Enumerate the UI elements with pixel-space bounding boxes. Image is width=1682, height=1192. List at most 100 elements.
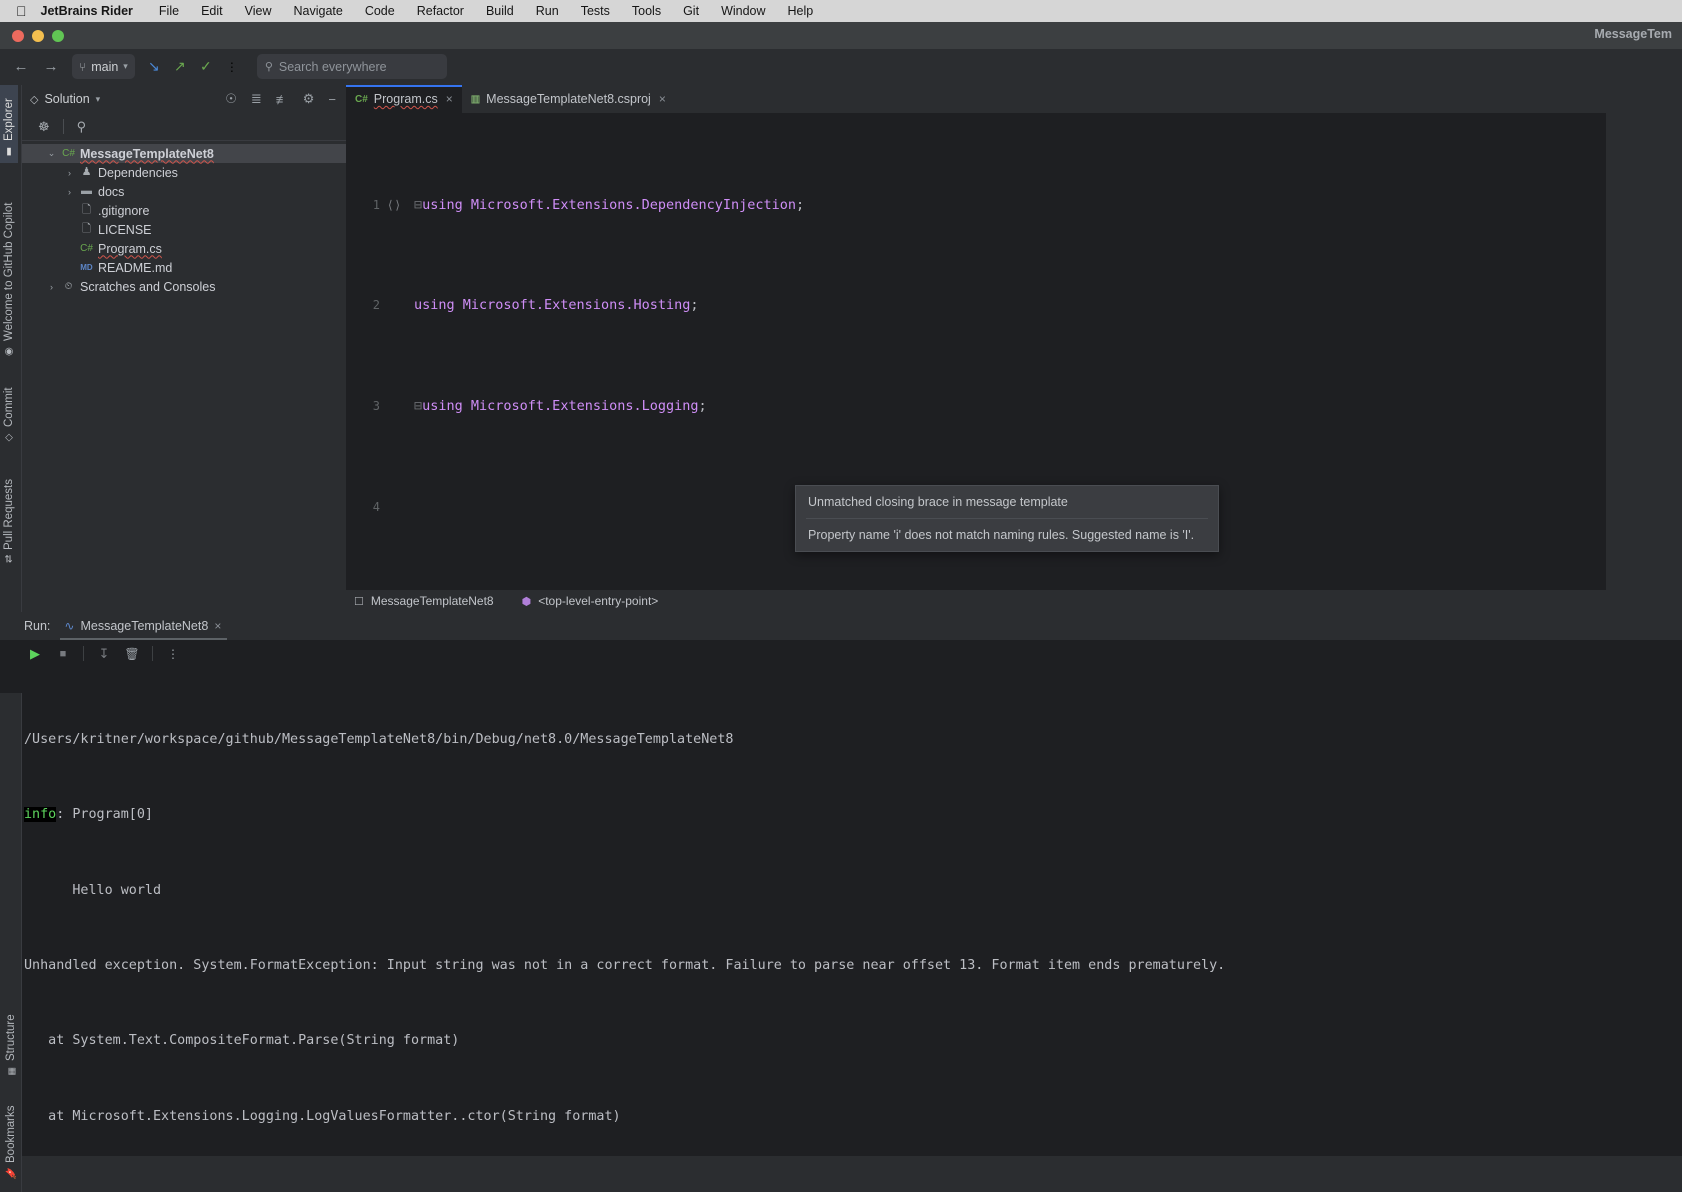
tab-label: MessageTemplateNet8.csproj — [486, 92, 651, 106]
sidebar-item-bookmarks[interactable]: 🔖 Bookmarks — [2, 1082, 20, 1186]
search-icon: ⚲ — [264, 61, 273, 73]
mac-menu-item-view[interactable]: View — [234, 4, 283, 18]
bookmark-icon: 🔖 — [5, 1167, 16, 1180]
settings-gear-icon[interactable]: ⚙ — [299, 91, 319, 107]
commit-checkmark-icon[interactable]: ✓ — [195, 55, 217, 79]
tree-node-readme-md[interactable]: MD README.md — [22, 258, 346, 277]
tree-node-scratches-and-consoles[interactable]: › ⏲ Scratches and Consoles — [22, 277, 346, 296]
chevron-down-icon[interactable]: ⌄ — [46, 148, 57, 159]
csharp-file-icon: C# — [80, 242, 93, 254]
chevron-down-icon[interactable]: ▾ — [96, 94, 101, 105]
sidebar-item-label-explorer: Explorer — [3, 98, 15, 141]
tree-node-messagetemplatenet8[interactable]: ⌄ C# MessageTemplateNet8 — [22, 144, 346, 163]
tree-node-program-cs[interactable]: C# Program.cs — [22, 239, 346, 258]
scroll-to-end-button[interactable]: ↧ — [91, 646, 117, 662]
stop-button[interactable]: ■ — [50, 648, 76, 660]
sidebar-item-copilot[interactable]: ◉ Welcome to GitHub Copilot — [0, 163, 18, 363]
sync-views-icon[interactable]: ☸ — [30, 119, 58, 135]
line-number: 1 — [372, 197, 380, 212]
solution-drop-icon: ◇ — [30, 93, 39, 106]
solution-explorer-title: Solution — [44, 92, 90, 106]
locate-icon[interactable]: ☉ — [221, 91, 241, 107]
search-icon[interactable]: ⚲ — [69, 119, 95, 135]
window-traffic-lights[interactable] — [0, 29, 64, 42]
git-branch-widget[interactable]: ⑂ main ▾ — [72, 54, 135, 79]
push-commits-icon[interactable]: ↗ — [169, 55, 191, 79]
window-title: MessageTem — [1594, 27, 1672, 41]
sidebar-item-structure[interactable]: ▦ Structure — [2, 986, 20, 1082]
tree-node-license[interactable]: 🗋 LICENSE — [22, 220, 346, 239]
tree-node-dependencies[interactable]: › ♟ Dependencies — [22, 163, 346, 182]
mac-menu-item-run[interactable]: Run — [525, 4, 570, 18]
keyword-using: using — [422, 398, 463, 415]
search-placeholder: Search everywhere — [278, 59, 387, 74]
mac-menu-item-build[interactable]: Build — [475, 4, 525, 18]
structure-marker-icon[interactable]: ⟨⟩ — [380, 193, 408, 218]
console-line-info: info: Program[0] — [24, 802, 1682, 827]
breadcrumb-entry-point[interactable]: <top-level-entry-point> — [538, 594, 658, 608]
mac-menu-item-file[interactable]: File — [148, 4, 190, 18]
clear-all-button[interactable]: 🗑 — [119, 647, 145, 661]
more-options-button[interactable]: ⋮ — [160, 647, 186, 661]
tree-node-label: README.md — [98, 260, 173, 275]
mac-menu-item-tests[interactable]: Tests — [570, 4, 621, 18]
sidebar-item-pull-requests[interactable]: ⇄ Pull Requests — [0, 449, 18, 569]
more-vertical-icon[interactable]: ⋮ — [221, 55, 243, 79]
code-line-text: ⊟using Microsoft.Extensions.DependencyIn… — [414, 196, 805, 213]
search-everywhere-field[interactable]: ⚲ Search everywhere — [256, 54, 447, 79]
sidebar-item-label-structure: Structure — [4, 1014, 17, 1061]
text-file-icon: 🗋 — [82, 223, 91, 235]
tree-node-label: Scratches and Consoles — [80, 279, 216, 294]
tab-program-cs[interactable]: C# Program.cs × — [346, 85, 462, 113]
git-branch-label: main — [91, 59, 119, 74]
mac-menu-bar[interactable]:  JetBrains Rider File Edit View Navigat… — [0, 0, 1682, 22]
code-line-2: 2 using Microsoft.Extensions.Hosting; — [346, 293, 1682, 318]
mac-menu-item-help[interactable]: Help — [777, 4, 825, 18]
mac-menu-app-name[interactable]: JetBrains Rider — [41, 4, 148, 18]
hide-panel-icon[interactable]: − — [324, 92, 340, 107]
gitignore-file-icon: 🗋 — [82, 204, 91, 216]
console-line: /Users/kritner/workspace/github/MessageT… — [24, 732, 734, 748]
minimize-window-button[interactable] — [32, 29, 44, 42]
chevron-right-icon[interactable]: › — [46, 282, 57, 292]
mac-menu-item-navigate[interactable]: Navigate — [282, 4, 353, 18]
run-configuration-tab[interactable]: ∿ MessageTemplateNet8 × — [60, 612, 228, 640]
maximize-window-button[interactable] — [52, 29, 64, 42]
sidebar-item-commit[interactable]: ◇ Commit — [0, 363, 18, 449]
mac-menu-item-git[interactable]: Git — [672, 4, 710, 18]
close-window-button[interactable] — [12, 29, 24, 42]
mac-menu-item-code[interactable]: Code — [354, 4, 406, 18]
chevron-right-icon[interactable]: › — [64, 168, 75, 178]
mac-menu-item-window[interactable]: Window — [710, 4, 776, 18]
code-canvas[interactable]: 1 ⟨⟩ ⊟using Microsoft.Extensions.Depende… — [346, 113, 1682, 590]
tooltip-message-naming-rules: Property name 'i' does not match naming … — [808, 528, 1195, 542]
csharp-file-icon: C# — [355, 93, 368, 105]
arrow-left-icon[interactable]: ← — [8, 54, 34, 80]
collapse-all-icon[interactable]: ≢ — [272, 92, 293, 107]
mac-menu-item-edit[interactable]: Edit — [190, 4, 234, 18]
git-branch-icon: ⑂ — [79, 59, 87, 74]
apple-logo-icon[interactable]:  — [10, 4, 41, 18]
rerun-button[interactable]: ▶ — [22, 646, 48, 662]
breadcrumb-project[interactable]: MessageTemplateNet8 — [371, 594, 494, 608]
mac-menu-item-refactor[interactable]: Refactor — [406, 4, 475, 18]
console-output[interactable]: /Users/kritner/workspace/github/MessageT… — [0, 667, 1682, 1156]
bottom-left-tool-strip: ▦ Structure 🔖 Bookmarks — [0, 693, 22, 1192]
close-tab-icon[interactable]: × — [659, 92, 666, 106]
ide-window: MessageTem ← → ⑂ main ▾ ↘ ↗ ✓ ⋮ ⚲ Search… — [0, 22, 1682, 1192]
chevron-right-icon[interactable]: › — [64, 187, 75, 197]
update-project-icon[interactable]: ↘ — [143, 55, 165, 79]
close-run-tab-icon[interactable]: × — [214, 619, 221, 633]
tab-messagetemplatenet8-csproj[interactable]: ▥ MessageTemplateNet8.csproj × — [462, 85, 675, 113]
close-tab-icon[interactable]: × — [446, 92, 453, 106]
line-number: 2 — [372, 298, 380, 313]
arrow-right-icon[interactable]: → — [38, 54, 64, 80]
tree-node-docs[interactable]: › ▬ docs — [22, 182, 346, 201]
sidebar-item-explorer[interactable]: ▮ Explorer — [0, 85, 18, 163]
mac-menu-item-tools[interactable]: Tools — [621, 4, 672, 18]
expand-all-icon[interactable]: ≣ — [247, 91, 266, 107]
run-tool-window-header: Run: ∿ MessageTemplateNet8 × — [0, 612, 1682, 640]
semicolon: ; — [690, 297, 699, 314]
tree-node-gitignore[interactable]: 🗋 .gitignore — [22, 201, 346, 220]
namespace: Microsoft.Extensions.DependencyInjection — [462, 196, 797, 213]
